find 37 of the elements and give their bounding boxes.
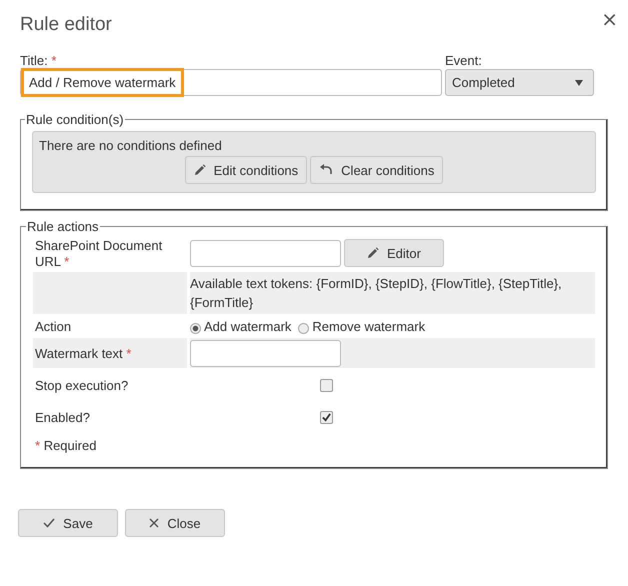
field-label: Enabled?: [35, 410, 90, 424]
watermark-text-field[interactable]: [190, 340, 341, 366]
radio-button[interactable]: [298, 322, 310, 334]
edit-conditions-button[interactable]: Edit conditions: [184, 156, 308, 184]
caret-icon: [575, 80, 583, 86]
field-label: Watermark text *: [35, 346, 132, 360]
required-mark: *: [35, 438, 40, 453]
field-label: Event:: [445, 54, 483, 68]
empty-message: There are no conditions defined: [39, 138, 223, 154]
undo-icon: [319, 164, 334, 176]
dialog-title: Rule editor: [20, 13, 112, 36]
close-button[interactable]: Close: [125, 509, 225, 537]
field-label: Stop execution?: [35, 378, 128, 392]
tokens-hint: Available text tokens: {FormID}, {StepID}, {FlowTitle}, {StepTitle}, {FormTitle}: [190, 275, 563, 312]
field-label: Title: *: [20, 54, 58, 68]
url-field[interactable]: [190, 240, 341, 266]
section-legend: Rule condition(s): [25, 112, 125, 127]
radio-label: Add watermark: [204, 318, 292, 334]
field-value: Add / Remove watermark: [21, 68, 184, 97]
event-dropdown[interactable]: Completed: [445, 69, 594, 96]
required-note: Required: [44, 438, 96, 453]
radio-button[interactable]: [190, 322, 201, 334]
pencil-icon: [367, 247, 380, 259]
checkbox[interactable]: [320, 378, 333, 392]
checkbox[interactable]: [320, 410, 333, 424]
field-label: SharePoint Document URL *: [35, 238, 164, 270]
editor-button[interactable]: Editor: [344, 239, 444, 267]
close-icon: [149, 518, 160, 528]
section-legend: Rule actions: [26, 219, 100, 234]
radio-label: Remove watermark: [312, 318, 426, 334]
close-button[interactable]: ×: [601, 10, 618, 28]
field-label: Action: [35, 318, 72, 334]
title-field[interactable]: Add / Remove watermark: [20, 69, 442, 96]
save-button[interactable]: Save: [18, 509, 118, 537]
pencil-icon: [194, 164, 206, 176]
checkmark-icon: [43, 518, 56, 528]
clear-conditions-button[interactable]: Clear conditions: [310, 156, 444, 184]
